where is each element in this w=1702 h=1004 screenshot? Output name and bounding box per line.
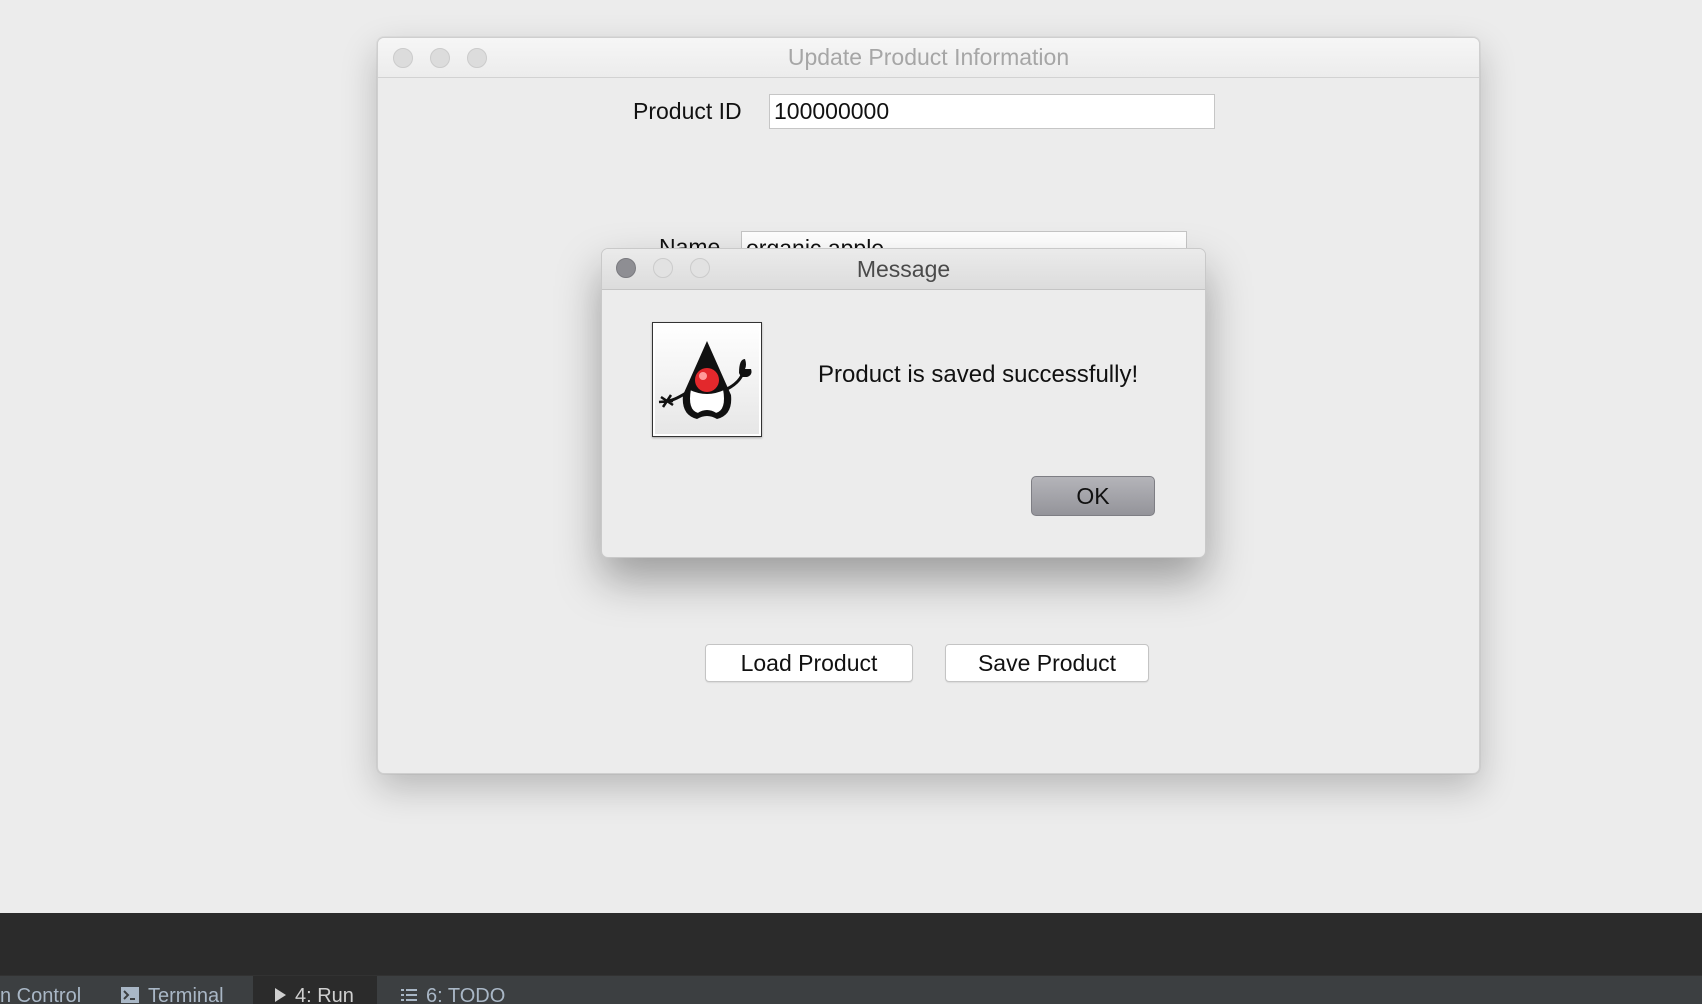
ide-tool-window-bar: n Control Terminal 4: Run 6: TODO [0,975,1702,1004]
dialog-titlebar[interactable]: Message [602,249,1205,290]
load-product-button[interactable]: Load Product [705,644,913,682]
tab-label: n Control [0,985,82,1004]
ide-run-panel [0,913,1702,975]
java-duke-icon [652,322,762,437]
dialog-message: Product is saved successfully! [818,361,1139,388]
product-id-label: Product ID [633,98,742,124]
tab-run[interactable]: 4: Run [253,976,377,1004]
window-titlebar[interactable]: Update Product Information [378,38,1479,78]
ok-button[interactable]: OK [1031,476,1155,516]
tab-label: 4: Run [295,985,354,1004]
tab-label: 6: TODO [426,985,506,1004]
tab-terminal[interactable]: Terminal [120,976,245,1004]
todo-list-icon [400,976,418,1004]
product-id-field[interactable]: 100000000 [769,94,1215,129]
tab-label: Terminal [148,985,224,1004]
tab-version-control[interactable]: n Control [0,976,90,1004]
dialog-title: Message [856,256,951,282]
tab-todo[interactable]: 6: TODO [400,976,540,1004]
window-title: Update Product Information [787,44,1070,70]
run-icon [273,976,287,1004]
message-dialog: Message Product is saved successfully! O… [601,248,1206,558]
terminal-icon [120,976,140,1004]
save-product-button[interactable]: Save Product [945,644,1149,682]
